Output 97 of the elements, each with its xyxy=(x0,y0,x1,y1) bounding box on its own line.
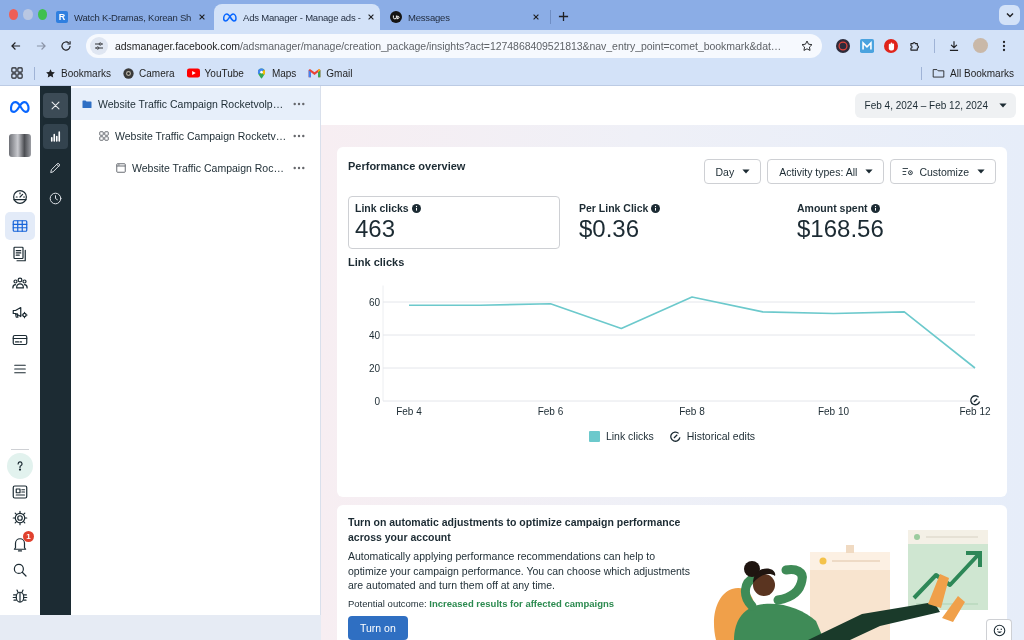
caret-icon xyxy=(999,103,1007,108)
search-icon xyxy=(11,561,29,579)
recommendation-text: Automatically applying performance recommendations can help to optimize your campaign performance. You can choose which adjustments are automated and turn them off at any time. xyxy=(348,549,692,593)
mail-icon xyxy=(308,68,322,78)
map-pin-icon xyxy=(255,67,267,79)
close-button[interactable] xyxy=(43,93,68,118)
extension-icon[interactable] xyxy=(884,38,898,53)
info-icon[interactable] xyxy=(411,204,421,213)
bookmark-link[interactable]: Gmail xyxy=(308,67,353,79)
star-icon xyxy=(45,67,56,79)
bar-chart-icon xyxy=(48,129,63,144)
round-logo-icon xyxy=(390,11,402,23)
pages-icon xyxy=(11,245,29,264)
panel-tab[interactable] xyxy=(43,124,68,149)
legend-label: Historical edits xyxy=(686,430,756,442)
metric-label: Link clicks xyxy=(355,202,409,215)
caret-icon xyxy=(742,169,751,174)
extension-icon[interactable] xyxy=(836,38,850,53)
metric-card[interactable]: Link clicks 463 xyxy=(348,196,560,249)
axis-label: Feb 10 xyxy=(817,406,850,417)
more-icon[interactable] xyxy=(293,166,305,170)
apps-icon[interactable] xyxy=(11,67,23,79)
folder-icon xyxy=(81,98,93,110)
tree-item[interactable]: Website Traffic Campaign Rocketv… xyxy=(71,120,320,152)
new-tab-icon[interactable] xyxy=(558,11,569,22)
newspaper-icon xyxy=(11,483,29,501)
browser-tab[interactable]: Ads Manager - Manage ads - xyxy=(214,4,380,30)
camera-icon xyxy=(123,67,134,79)
gauge-icon xyxy=(11,188,29,207)
pencil-icon xyxy=(48,160,63,175)
caret-icon xyxy=(865,169,874,174)
all-bookmarks-button[interactable]: All Bookmarks xyxy=(932,67,1014,79)
reload-icon[interactable] xyxy=(59,38,73,53)
bookmark-star-icon[interactable] xyxy=(800,38,814,53)
bug-icon xyxy=(11,587,29,605)
axis-label: Feb 12 xyxy=(959,406,991,417)
metric-value: $168.56 xyxy=(797,215,884,243)
grid-icon xyxy=(98,130,110,142)
bookmark-link[interactable]: Camera xyxy=(123,67,175,79)
site-info-icon[interactable] xyxy=(90,36,108,55)
outcome-text: Potential outcome: Increased results for affected campaigns xyxy=(348,597,615,610)
card-title: Performance overview xyxy=(348,159,466,173)
metric-value: 463 xyxy=(355,215,396,243)
recommendation-title: Turn on automatic adjustments to optimize campaign performance across your account xyxy=(348,515,682,545)
site-logo: R xyxy=(56,11,68,23)
metric-label: Amount spent xyxy=(797,202,868,215)
close-icon[interactable] xyxy=(366,13,375,21)
chevron-down-icon xyxy=(1004,10,1015,20)
download-icon[interactable] xyxy=(947,38,961,53)
close-icon[interactable] xyxy=(532,13,540,21)
metric-label: Per Link Click xyxy=(579,202,649,215)
folder-icon xyxy=(932,68,946,78)
tree-item[interactable]: Website Traffic Campaign Roc… xyxy=(71,152,320,184)
more-icon[interactable] xyxy=(1002,39,1006,52)
date-range-dropdown[interactable]: Feb 4, 2024 – Feb 12, 2024 xyxy=(854,93,1016,118)
smiley-icon xyxy=(992,623,1006,637)
nav-button[interactable]: 1 xyxy=(5,531,35,557)
legend-label: Link clicks xyxy=(605,430,654,442)
browser-tab[interactable]: Messages xyxy=(381,4,547,30)
more-icon[interactable] xyxy=(293,134,305,138)
caret-icon xyxy=(977,169,985,174)
axis-label: Feb 8 xyxy=(679,406,705,417)
axis-label: Feb 6 xyxy=(537,406,564,417)
axis-label: 0 xyxy=(374,395,380,407)
edit-history-icon[interactable] xyxy=(970,395,981,406)
bookmark-link[interactable]: YouTube xyxy=(186,67,244,79)
axis-label: 40 xyxy=(368,329,380,341)
dropdown-button[interactable]: Day xyxy=(703,159,762,184)
axis-label: 60 xyxy=(368,296,380,308)
chart-title: Link clicks xyxy=(348,256,405,269)
tab-list-button[interactable] xyxy=(999,5,1020,25)
bell-icon xyxy=(11,535,29,553)
info-icon[interactable] xyxy=(651,204,661,213)
edit-history-icon xyxy=(669,430,681,442)
metric-value: $0.36 xyxy=(579,215,640,243)
address-bar[interactable]: adsmanager.facebook.com/adsmanager/manage/creation_package/insights?act=1274868409521813&nav_entry_point=comet_bookmark&dat… xyxy=(86,33,822,58)
infinity-logo-icon xyxy=(223,12,237,22)
feedback-button[interactable] xyxy=(986,619,1012,640)
infinity-logo-icon[interactable] xyxy=(10,101,30,113)
notification-badge: 1 xyxy=(23,531,34,542)
window-icon xyxy=(115,162,127,174)
axis-label: 20 xyxy=(368,362,380,374)
photo-placeholder[interactable] xyxy=(9,134,31,157)
browser-tab[interactable]: R Watch K-Dramas, Korean Sh xyxy=(47,4,213,30)
dropdown-button[interactable]: Activity types: All xyxy=(767,159,885,184)
axis-label: Feb 4 xyxy=(396,406,422,417)
bookmark-link[interactable]: Maps xyxy=(255,67,297,79)
info-icon[interactable] xyxy=(870,204,880,213)
dropdown-button[interactable]: Customize xyxy=(890,159,996,184)
clock-icon xyxy=(48,191,63,206)
settings-icon xyxy=(11,509,29,527)
close-icon[interactable] xyxy=(198,13,206,21)
bookmark-link[interactable]: Bookmarks xyxy=(45,67,111,79)
play-icon xyxy=(186,68,200,78)
tree-item[interactable]: Website Traffic Campaign Rocketvolp… xyxy=(71,88,320,120)
turn-on-button[interactable]: Turn on xyxy=(348,615,408,640)
customize-icon xyxy=(902,167,915,176)
